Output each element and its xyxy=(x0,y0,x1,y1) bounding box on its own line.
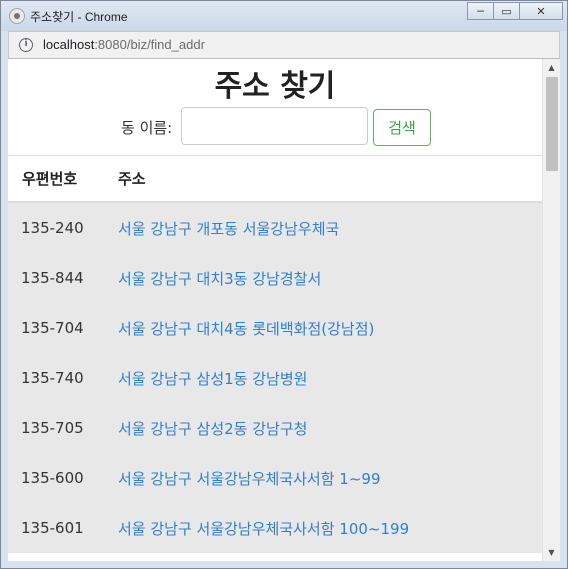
zip-cell: 135-740 xyxy=(21,369,84,387)
url-text[interactable]: localhost:8080/biz/find_addr xyxy=(43,37,205,52)
address-bar[interactable]: i localhost:8080/biz/find_addr xyxy=(8,31,560,59)
table-row: 135-240 서울 강남구 개포동 서울강남우체국 xyxy=(8,203,542,253)
title-bar[interactable]: 주소찾기 - Chrome ─ ▭ ✕ xyxy=(1,1,567,31)
address-link[interactable]: 서울 강남구 대치3동 강남경찰서 xyxy=(118,268,321,289)
table-row: 135-600 서울 강남구 서울강남우체국사서함 1~99 xyxy=(8,453,542,503)
table-row: 135-704 서울 강남구 대치4동 롯데백화점(강남점) xyxy=(8,303,542,353)
search-form: 동 이름: 검색 xyxy=(8,107,542,147)
window-title: 주소찾기 - Chrome xyxy=(30,10,128,24)
page-content: 주소 찾기 동 이름: 검색 우편번호 주소 135-240 서울 강남구 개포… xyxy=(8,59,542,561)
table-body: 135-240 서울 강남구 개포동 서울강남우체국 135-844 서울 강남… xyxy=(8,203,542,553)
minimize-button[interactable]: ─ xyxy=(467,2,494,20)
maximize-button[interactable]: ▭ xyxy=(493,2,520,20)
address-link[interactable]: 서울 강남구 서울강남우체국사서함 1~99 xyxy=(118,468,381,489)
address-link[interactable]: 서울 강남구 서울강남우체국사서함 100~199 xyxy=(118,518,409,539)
info-icon[interactable]: i xyxy=(19,38,33,52)
window-controls: ─ ▭ ✕ xyxy=(467,2,563,20)
search-button[interactable]: 검색 xyxy=(373,109,431,146)
address-link[interactable]: 서울 강남구 대치4동 롯데백화점(강남점) xyxy=(118,318,374,339)
header-address: 주소 xyxy=(118,170,146,188)
table-row: 135-601 서울 강남구 서울강남우체국사서함 100~199 xyxy=(8,503,542,553)
browser-window: 주소찾기 - Chrome ─ ▭ ✕ i localhost:8080/biz… xyxy=(0,0,568,569)
address-link[interactable]: 서울 강남구 삼성1동 강남병원 xyxy=(118,368,307,389)
zip-cell: 135-705 xyxy=(21,419,84,437)
table-row: 135-844 서울 강남구 대치3동 강남경찰서 xyxy=(8,253,542,303)
zip-cell: 135-704 xyxy=(21,319,84,337)
zip-cell: 135-240 xyxy=(21,219,84,237)
search-input[interactable] xyxy=(181,107,368,145)
scroll-thumb[interactable] xyxy=(546,77,558,171)
close-button[interactable]: ✕ xyxy=(519,2,563,20)
address-link[interactable]: 서울 강남구 개포동 서울강남우체국 xyxy=(118,218,339,239)
chrome-icon xyxy=(9,8,25,24)
address-table: 우편번호 주소 135-240 서울 강남구 개포동 서울강남우체국 135-8… xyxy=(8,156,542,553)
vertical-scrollbar[interactable]: ▲ ▼ xyxy=(542,59,560,561)
url-host: localhost xyxy=(43,37,95,52)
address-link[interactable]: 서울 강남구 삼성2동 강남구청 xyxy=(118,418,307,439)
table-header: 우편번호 주소 xyxy=(8,156,542,203)
page-viewport: 주소 찾기 동 이름: 검색 우편번호 주소 135-240 서울 강남구 개포… xyxy=(8,59,560,561)
search-label: 동 이름: xyxy=(121,119,173,137)
scroll-up-arrow-icon[interactable]: ▲ xyxy=(543,59,560,76)
zip-cell: 135-601 xyxy=(21,519,84,537)
header-zip: 우편번호 xyxy=(22,170,78,188)
zip-cell: 135-600 xyxy=(21,469,84,487)
table-row: 135-705 서울 강남구 삼성2동 강남구청 xyxy=(8,403,542,453)
scroll-down-arrow-icon[interactable]: ▼ xyxy=(543,544,560,561)
table-row: 135-740 서울 강남구 삼성1동 강남병원 xyxy=(8,353,542,403)
url-path: :8080/biz/find_addr xyxy=(94,37,205,52)
zip-cell: 135-844 xyxy=(21,269,84,287)
page-title: 주소 찾기 xyxy=(214,69,336,104)
